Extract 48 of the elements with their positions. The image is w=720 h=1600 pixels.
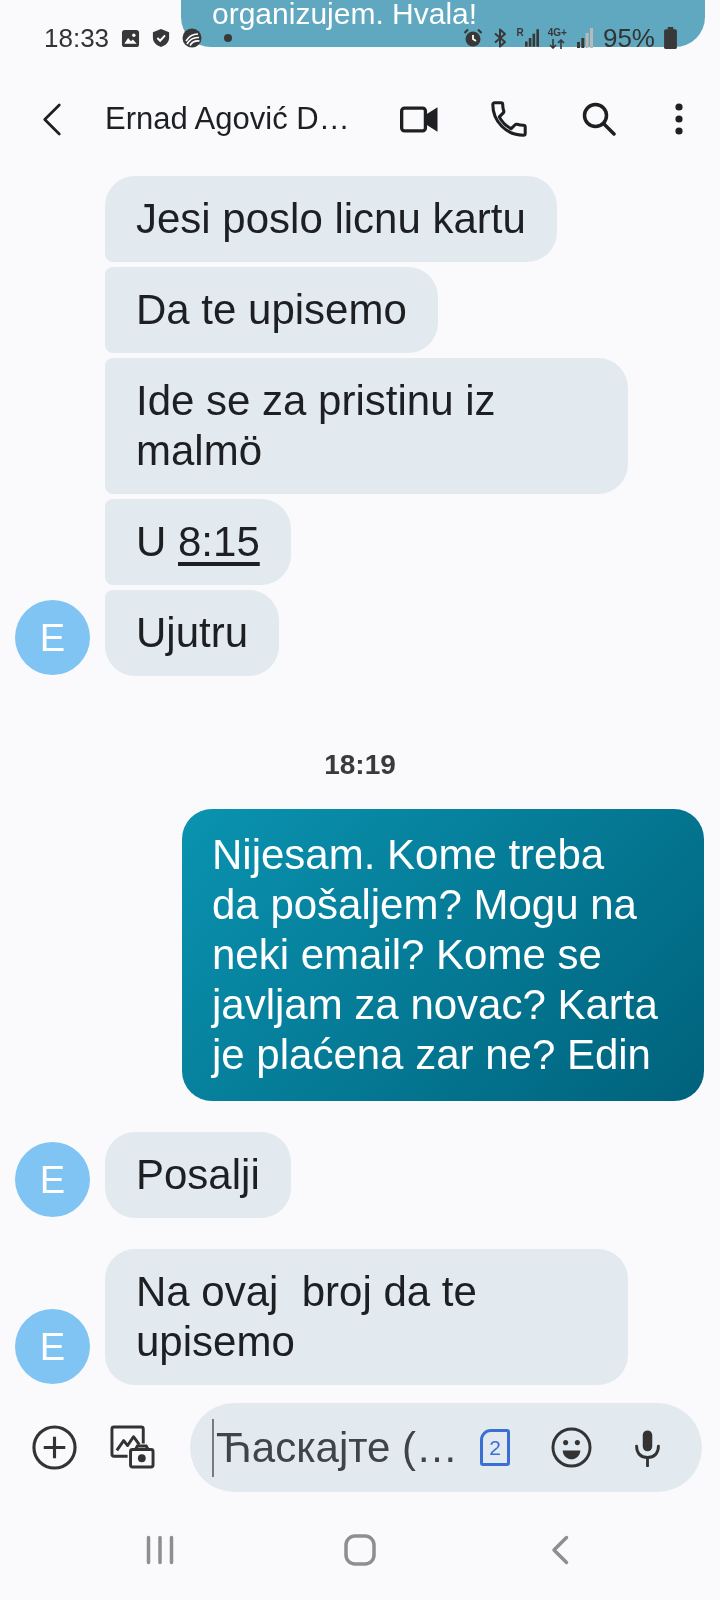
data-arrows-icon	[549, 38, 566, 49]
contact-avatar: E	[15, 1309, 90, 1384]
battery-icon	[664, 27, 677, 49]
battery-percent: 95%	[602, 23, 655, 53]
back-chevron-icon	[551, 1535, 569, 1565]
round-logo-icon	[182, 28, 203, 48]
message-text: Jesi poslo licnu kartu	[136, 194, 526, 244]
recent-apps-icon	[146, 1535, 174, 1565]
shield-check-icon	[152, 28, 171, 48]
signal-bars-icon	[575, 28, 594, 48]
message-text: Na ovaj broj da te upisemo	[136, 1267, 478, 1367]
gallery-icon	[121, 28, 141, 48]
message-text: Ujutru	[136, 608, 249, 658]
more-vertical-icon	[674, 103, 684, 135]
message-text: Nijesam. Kome treba da pošaljem? Mogu na neki email? Kome se javljam za novac? Karta je plaćena zar ne? Edin	[212, 830, 659, 1080]
message-text: U 8:15	[136, 517, 260, 567]
status-time: 18:33	[44, 23, 110, 53]
image-camera-icon	[110, 1425, 155, 1470]
message-text: Ide se za pristinu iz malmö	[136, 376, 497, 476]
contact-avatar: E	[15, 600, 90, 675]
smiley-icon	[551, 1427, 592, 1468]
message-input-field[interactable]: Ћаскајте (…	[216, 1416, 466, 1479]
contact-name[interactable]: Ernad Agović D…	[105, 95, 350, 143]
phone-icon	[491, 101, 527, 137]
text-cursor	[212, 1418, 214, 1477]
home-icon	[344, 1534, 376, 1566]
microphone-icon	[634, 1428, 661, 1467]
contact-avatar: E	[15, 1142, 90, 1217]
back-chevron-icon	[42, 102, 62, 136]
message-text: organizujem. Hvala!	[212, 0, 478, 28]
video-camera-icon	[400, 104, 438, 134]
network-label: 4G+	[547, 27, 567, 38]
plus-circle-icon	[32, 1425, 77, 1470]
time-link[interactable]: 8:15	[178, 518, 260, 565]
dot-icon	[224, 34, 233, 42]
roaming-label: R	[516, 28, 524, 38]
alarm-clock-icon	[462, 28, 483, 48]
voice-input-button[interactable]	[634, 1428, 661, 1467]
signal-bars-icon	[524, 28, 539, 48]
attach-image-button[interactable]	[110, 1425, 155, 1470]
message-text: Da te upisemo	[136, 285, 407, 335]
add-button[interactable]	[32, 1425, 77, 1470]
sim-select-button[interactable]: 2	[480, 1429, 510, 1466]
search-icon	[582, 102, 616, 136]
timestamp: 18:19	[324, 748, 396, 782]
message-text: Posalji	[136, 1150, 260, 1200]
message-composer[interactable]: Ћаскајте (… 2	[190, 1403, 702, 1492]
emoji-button[interactable]	[551, 1427, 592, 1468]
